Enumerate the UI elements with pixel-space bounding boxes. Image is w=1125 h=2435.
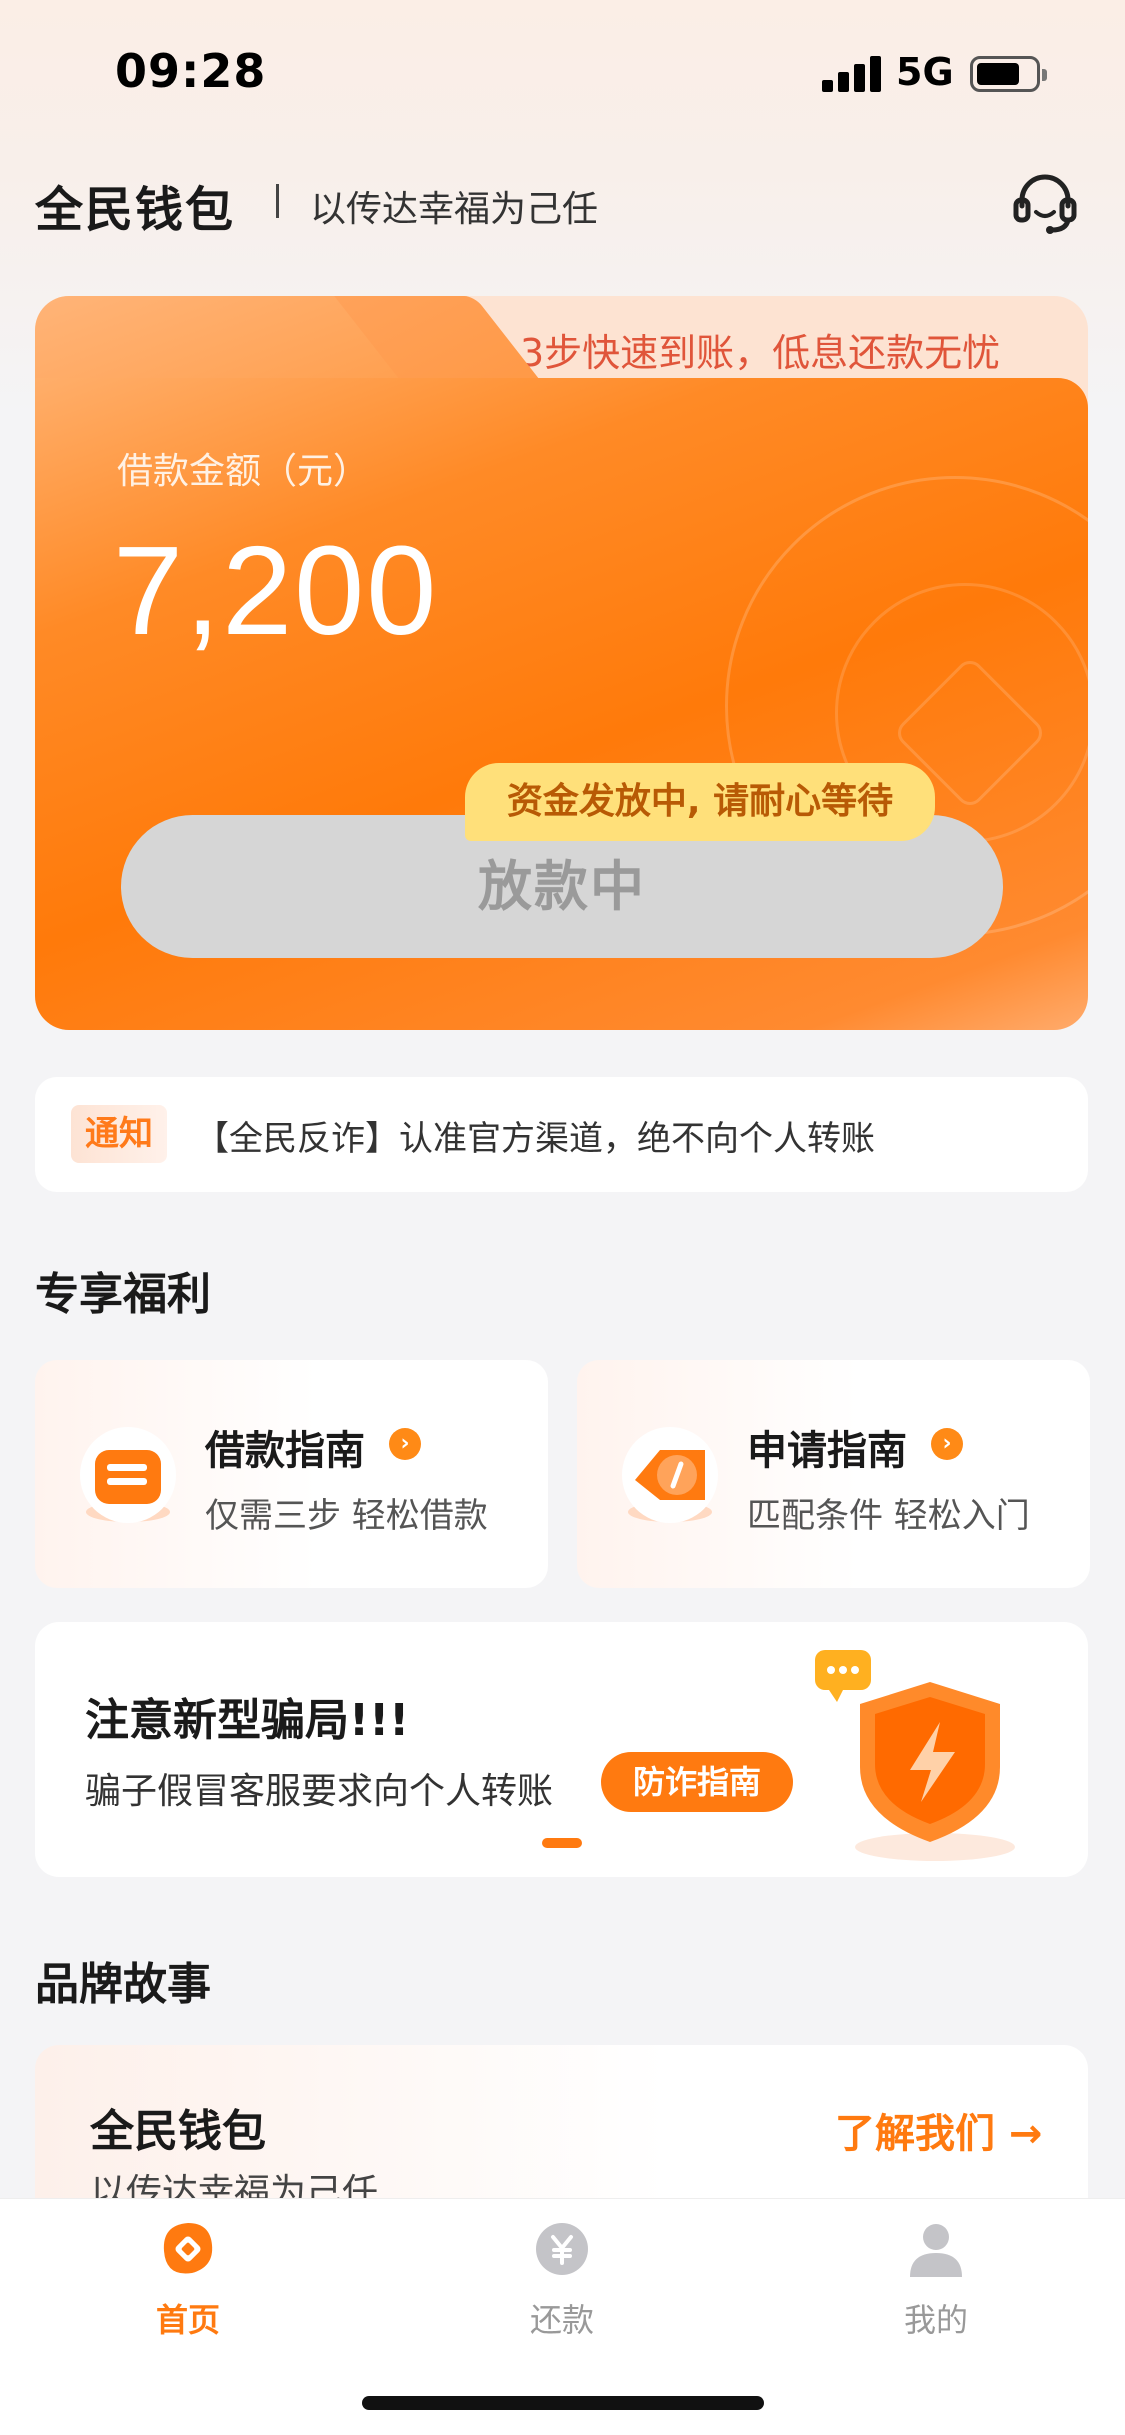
loan-card-tab-text: 3步快速到账，低息还款无忧 bbox=[520, 331, 1001, 375]
brand-story-title: 全民钱包 bbox=[90, 2106, 266, 2157]
tab-profile[interactable]: 我的 bbox=[836, 2219, 1036, 2349]
apply-guide-icon bbox=[622, 1427, 718, 1523]
chevron-right-icon: › bbox=[389, 1428, 421, 1460]
tab-profile-label: 我的 bbox=[903, 2301, 968, 2339]
profile-icon bbox=[910, 2224, 962, 2277]
repay-icon bbox=[536, 2223, 588, 2275]
tab-repay-label: 还款 bbox=[529, 2301, 594, 2339]
home-icon bbox=[163, 2223, 213, 2274]
battery-icon bbox=[970, 56, 1047, 92]
home-indicator bbox=[362, 2396, 764, 2410]
header-divider bbox=[276, 184, 279, 218]
fraud-alert-banner[interactable]: 注意新型骗局!!! 骗子假冒客服要求向个人转账 防诈指南 bbox=[35, 1622, 1088, 1877]
apply-guide-card[interactable]: 申请指南 › 匹配条件 轻松入门 bbox=[577, 1360, 1090, 1588]
fraud-alert-subtitle: 骗子假冒客服要求向个人转账 bbox=[85, 1771, 554, 1812]
brand-story-section-title: 品牌故事 bbox=[35, 1959, 211, 2010]
about-us-link[interactable]: 了解我们 → bbox=[835, 2101, 1042, 2159]
notice-tag: 通知 bbox=[71, 1105, 167, 1163]
customer-service-icon[interactable] bbox=[1010, 170, 1080, 236]
status-bar: 09:28 5G bbox=[0, 0, 1125, 150]
fraud-alert-title: 注意新型骗局!!! bbox=[85, 1695, 410, 1746]
notice-bar[interactable]: 通知 【全民反诈】认准官方渠道，绝不向个人转账 bbox=[35, 1077, 1088, 1192]
shield-icon bbox=[815, 1650, 1015, 1861]
brand-slogan: 以传达幸福为己任 bbox=[310, 189, 599, 230]
disbursing-tip: 资金发放中, 请耐心等待 bbox=[465, 763, 935, 841]
loan-guide-icon bbox=[80, 1427, 176, 1523]
network-label: 5G bbox=[896, 50, 954, 94]
brand-title: 全民钱包 bbox=[35, 182, 236, 238]
fraud-guide-button[interactable]: 防诈指南 bbox=[601, 1752, 793, 1812]
loan-card: 借款金额（元） 7,200 放款中 资金发放中, 请耐心等待 bbox=[35, 378, 1088, 1030]
loan-guide-title: 借款指南 bbox=[205, 1428, 365, 1474]
tab-home-label: 首页 bbox=[155, 2301, 220, 2339]
signal-icon bbox=[822, 56, 882, 92]
chevron-right-icon: › bbox=[931, 1428, 963, 1460]
apply-guide-title: 申请指南 bbox=[747, 1428, 907, 1474]
status-time: 09:28 bbox=[115, 44, 267, 98]
carousel-indicator bbox=[542, 1838, 582, 1848]
tab-home[interactable]: 首页 bbox=[88, 2219, 288, 2349]
tab-repay[interactable]: 还款 bbox=[462, 2219, 662, 2349]
loan-guide-subtitle: 仅需三步 轻松借款 bbox=[205, 1496, 488, 1536]
loan-guide-card[interactable]: 借款指南 › 仅需三步 轻松借款 bbox=[35, 1360, 548, 1588]
apply-guide-subtitle: 匹配条件 轻松入门 bbox=[747, 1496, 1030, 1536]
loan-amount-label: 借款金额（元） bbox=[117, 451, 370, 492]
benefits-section-title: 专享福利 bbox=[35, 1269, 211, 1320]
loan-amount-value: 7,200 bbox=[113, 520, 439, 661]
notice-text: 【全民反诈】认准官方渠道，绝不向个人转账 bbox=[195, 1119, 875, 1159]
